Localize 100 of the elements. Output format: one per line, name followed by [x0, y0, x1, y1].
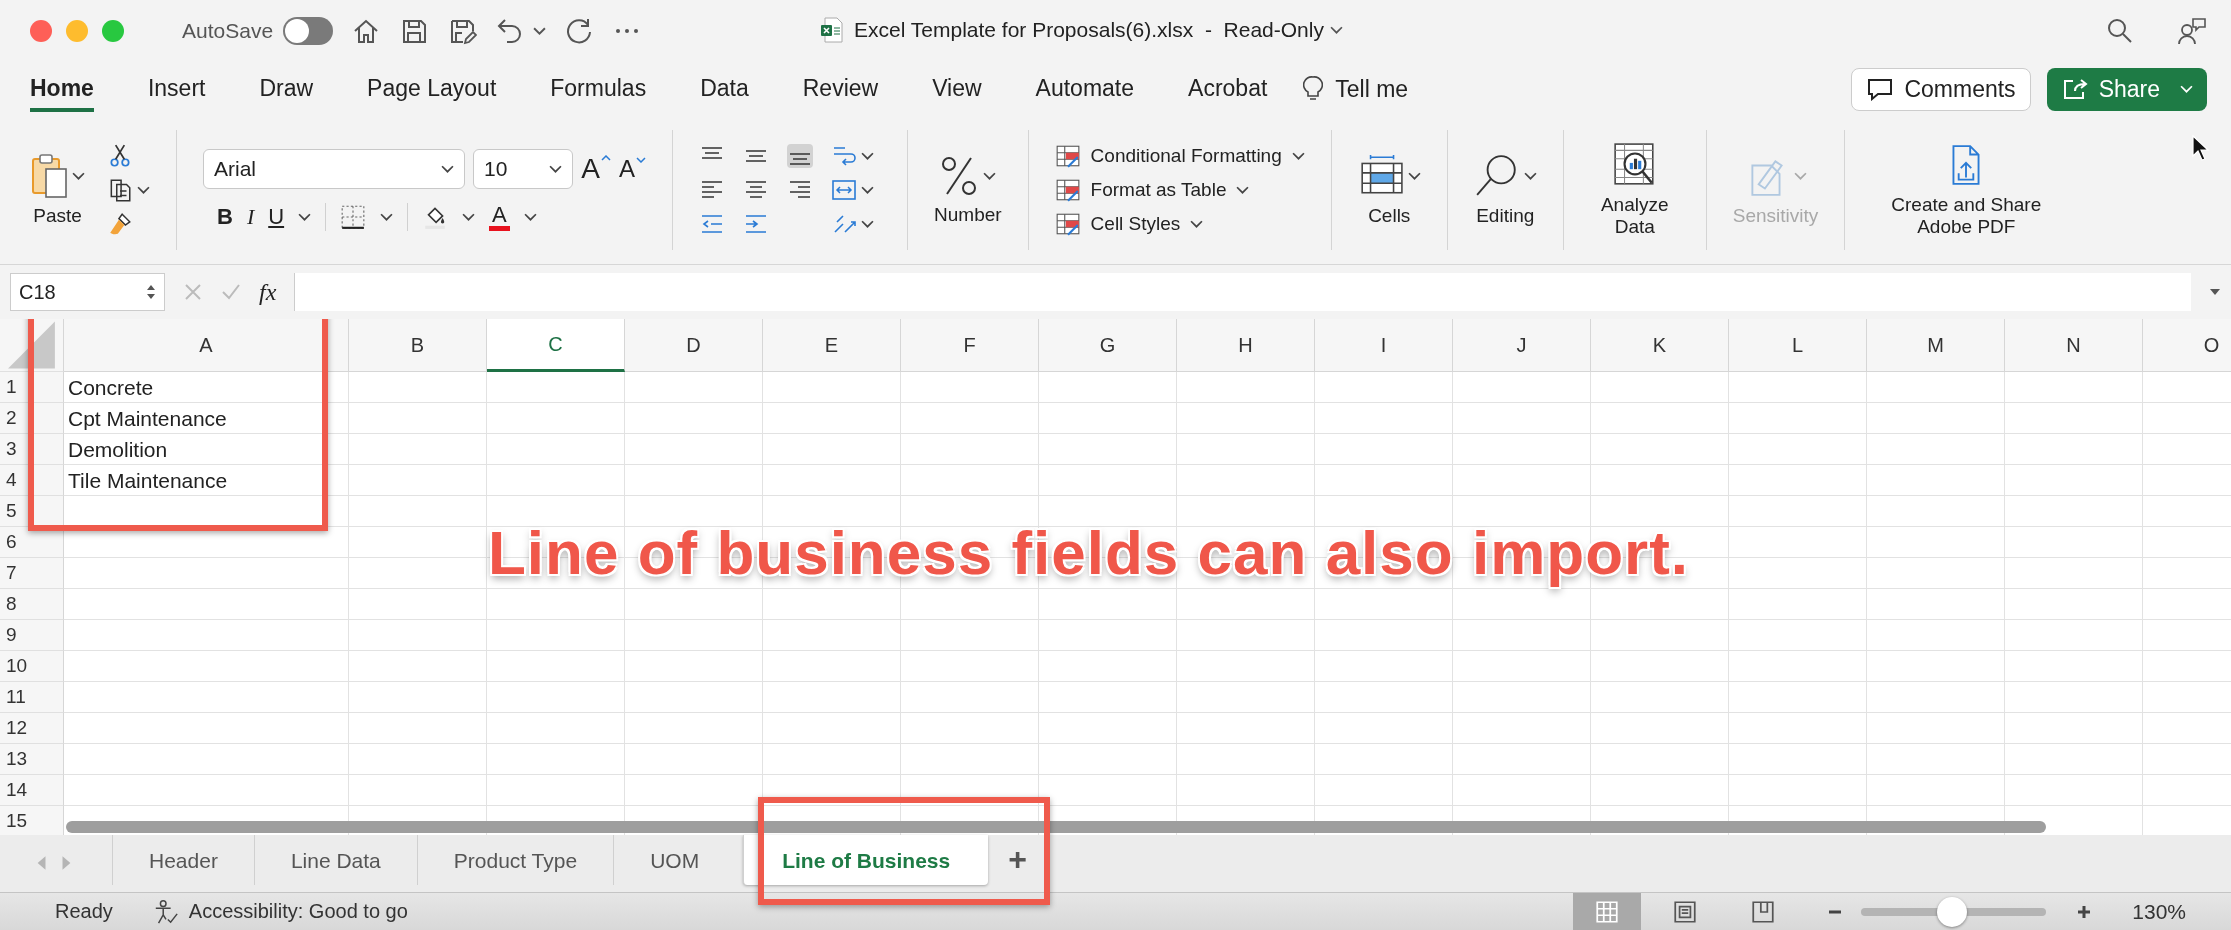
column-header[interactable]: H	[1177, 319, 1315, 372]
cells-label[interactable]: Cells	[1368, 205, 1411, 227]
table-cell[interactable]: Demolition	[64, 434, 349, 465]
row-header[interactable]: 3	[0, 434, 64, 465]
add-sheet-button[interactable]: +	[1008, 841, 1027, 878]
column-header[interactable]: G	[1039, 319, 1177, 372]
select-all-corner[interactable]	[0, 319, 64, 372]
name-box[interactable]: C18	[10, 273, 165, 311]
zoom-in-icon[interactable]	[2076, 903, 2093, 920]
column-header[interactable]: N	[2005, 319, 2143, 372]
ribbon-tab[interactable]: Insert	[147, 66, 206, 112]
people-icon[interactable]	[2177, 16, 2207, 46]
caret-icon[interactable]	[1291, 151, 1305, 161]
row-header[interactable]: 7	[0, 558, 64, 589]
caret-icon[interactable]	[861, 151, 874, 161]
row-header[interactable]: 11	[0, 682, 64, 713]
share-button[interactable]: Share	[2046, 67, 2207, 111]
insert-function-button[interactable]: fx	[259, 278, 277, 306]
number-format-label[interactable]: Number	[934, 204, 1002, 226]
row-header[interactable]: 10	[0, 651, 64, 682]
caret-icon[interactable]	[533, 26, 547, 36]
column-header[interactable]: F	[901, 319, 1039, 372]
row-header[interactable]: 8	[0, 589, 64, 620]
ribbon-tab[interactable]: Page Layout	[367, 66, 497, 112]
create-pdf-label[interactable]: Create and Share Adobe PDF	[1871, 194, 2062, 238]
sheet-tab[interactable]: UOM	[613, 835, 736, 885]
ribbon-tab[interactable]: Review	[802, 66, 879, 112]
zoom-slider-thumb[interactable]	[1936, 896, 1967, 927]
row-header[interactable]: 15	[0, 806, 64, 835]
caret-icon[interactable]	[1236, 185, 1250, 195]
column-header[interactable]: E	[763, 319, 901, 372]
increase-indent-icon[interactable]	[743, 212, 769, 236]
ribbon-tab[interactable]: Automate	[1035, 66, 1135, 112]
row-header[interactable]: 9	[0, 620, 64, 651]
row-header[interactable]: 13	[0, 744, 64, 775]
column-header[interactable]: O	[2143, 319, 2231, 372]
caret-icon[interactable]	[72, 171, 85, 181]
ribbon-tab[interactable]: Formulas	[550, 66, 647, 112]
sheet-tab[interactable]: Line Data	[253, 835, 417, 885]
table-cell[interactable]: Tile Maintenance	[64, 465, 349, 496]
column-header[interactable]: K	[1591, 319, 1729, 372]
decrease-indent-icon[interactable]	[699, 212, 725, 236]
column-header[interactable]: C	[487, 319, 625, 372]
ribbon-tab[interactable]: Home	[30, 66, 94, 112]
borders-icon[interactable]	[340, 204, 367, 230]
caret-icon[interactable]	[462, 212, 476, 222]
font-color-button[interactable]: A	[489, 203, 510, 231]
ribbon-tab[interactable]: View	[932, 66, 982, 112]
row-header[interactable]: 4	[0, 465, 64, 496]
font-name-dropdown[interactable]: Arial	[203, 149, 465, 189]
comments-button[interactable]: Comments	[1851, 67, 2031, 111]
column-header[interactable]: A	[64, 319, 349, 372]
tell-me-search[interactable]: Tell me	[1335, 75, 1409, 103]
bold-button[interactable]: B	[217, 206, 233, 228]
horizontal-scrollbar[interactable]	[66, 821, 2046, 833]
caret-icon[interactable]	[380, 212, 394, 222]
italic-button[interactable]: I	[246, 206, 255, 228]
caret-icon[interactable]	[298, 212, 312, 222]
table-cell[interactable]: Concrete	[64, 372, 349, 403]
caret-icon[interactable]	[1190, 219, 1204, 229]
caret-icon[interactable]	[1523, 171, 1537, 181]
ribbon-tab[interactable]: Acrobat	[1188, 66, 1268, 112]
ribbon-tab[interactable]: Data	[700, 66, 749, 112]
accessibility-status[interactable]: Accessibility: Good to go	[188, 900, 408, 923]
column-header[interactable]: L	[1729, 319, 1867, 372]
caret-icon[interactable]	[137, 185, 150, 195]
paste-icon[interactable]	[30, 153, 70, 199]
row-header[interactable]: 2	[0, 403, 64, 434]
editing-label[interactable]: Editing	[1476, 205, 1535, 227]
close-button[interactable]	[30, 20, 52, 42]
check-icon[interactable]	[221, 282, 241, 302]
grow-font-button[interactable]: A	[581, 154, 611, 184]
ribbon-tab[interactable]: Draw	[259, 66, 314, 112]
merge-cells-icon[interactable]	[831, 178, 857, 202]
row-header[interactable]: 12	[0, 713, 64, 744]
wrap-text-icon[interactable]	[831, 144, 857, 168]
sheet-tab[interactable]: Product Type	[416, 835, 614, 885]
column-header[interactable]: J	[1453, 319, 1591, 372]
brush-icon[interactable]	[107, 211, 133, 237]
column-header[interactable]: I	[1315, 319, 1453, 372]
row-header[interactable]: 14	[0, 775, 64, 806]
table-cell[interactable]: Cpt Maintenance	[64, 403, 349, 434]
column-header[interactable]: M	[1867, 319, 2005, 372]
caret-icon[interactable]	[1407, 171, 1421, 181]
row-header[interactable]: 1	[0, 372, 64, 403]
column-header[interactable]: D	[625, 319, 763, 372]
row-header[interactable]: 6	[0, 527, 64, 558]
align-bottom-icon[interactable]	[787, 144, 813, 168]
font-size-dropdown[interactable]: 10	[473, 149, 573, 189]
zoom-level[interactable]: 130%	[2132, 899, 2186, 924]
scissors-icon[interactable]	[107, 143, 133, 169]
chevron-icon[interactable]	[1329, 25, 1343, 35]
caret-icon[interactable]	[861, 185, 874, 195]
analyze-data-label[interactable]: Analyze Data	[1589, 194, 1680, 238]
shrink-font-button[interactable]: A	[619, 157, 646, 181]
autosave-toggle[interactable]	[283, 17, 334, 45]
caret-icon[interactable]	[983, 171, 997, 181]
styles-menu-item[interactable]: Cell Styles	[1090, 213, 1181, 235]
underline-button[interactable]: U	[268, 206, 285, 228]
caret-icon[interactable]	[523, 212, 537, 222]
